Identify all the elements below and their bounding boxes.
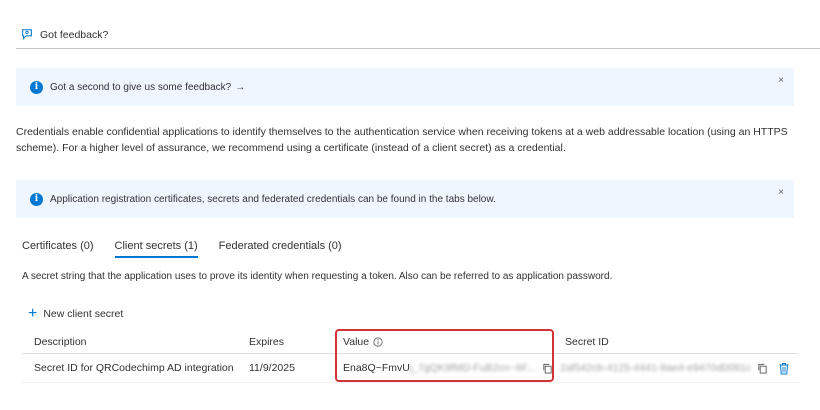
secret-expires: 11/9/2025 — [249, 362, 295, 374]
client-secret-description: A secret string that the application use… — [22, 271, 613, 282]
new-client-secret-button[interactable]: + New client secret — [28, 305, 124, 322]
tab-certificates[interactable]: Certificates (0) — [22, 240, 94, 258]
tabs-info-banner: i Application registration certificates,… — [16, 180, 794, 218]
secret-description: Secret ID for QRCodechimp AD integration — [34, 362, 234, 374]
header-expires[interactable]: Expires — [249, 331, 284, 353]
tab-client-secrets[interactable]: Client secrets (1) — [114, 240, 198, 258]
feedback-icon — [22, 29, 32, 40]
close-icon[interactable]: × — [778, 187, 784, 198]
secret-id-hidden: 2af542cb-4125-4441-9ae4-e9470d0091c — [560, 362, 751, 374]
header-secret-id[interactable]: Secret ID — [565, 331, 609, 353]
credentials-description: Credentials enable confidential applicat… — [16, 126, 788, 154]
credential-tabs: Certificates (0) Client secrets (1) Fede… — [22, 240, 363, 258]
info-icon: i — [30, 80, 43, 94]
header-description[interactable]: Description — [34, 331, 87, 353]
feedback-label: Got feedback? — [40, 29, 109, 41]
tabs-info-text: Application registration certificates, s… — [50, 193, 496, 205]
new-client-secret-label: New client secret — [43, 308, 124, 320]
tab-federated-credentials[interactable]: Federated credentials (0) — [219, 240, 342, 258]
feedback-bar[interactable]: Got feedback? — [16, 22, 820, 49]
close-icon[interactable]: × — [778, 75, 784, 86]
feedback-banner-text[interactable]: Got a second to give us some feedback? → — [50, 82, 245, 93]
feedback-banner: i Got a second to give us some feedback?… — [16, 68, 794, 106]
arrow-right-icon: → — [235, 81, 246, 93]
trash-icon[interactable] — [778, 362, 790, 375]
copy-icon[interactable] — [757, 363, 768, 374]
value-highlight-box — [335, 329, 554, 382]
secret-id: 2af542cb-4125-4441-9ae4-e9470d0091c — [560, 354, 790, 382]
info-icon: i — [30, 192, 43, 206]
plus-icon: + — [28, 305, 38, 322]
